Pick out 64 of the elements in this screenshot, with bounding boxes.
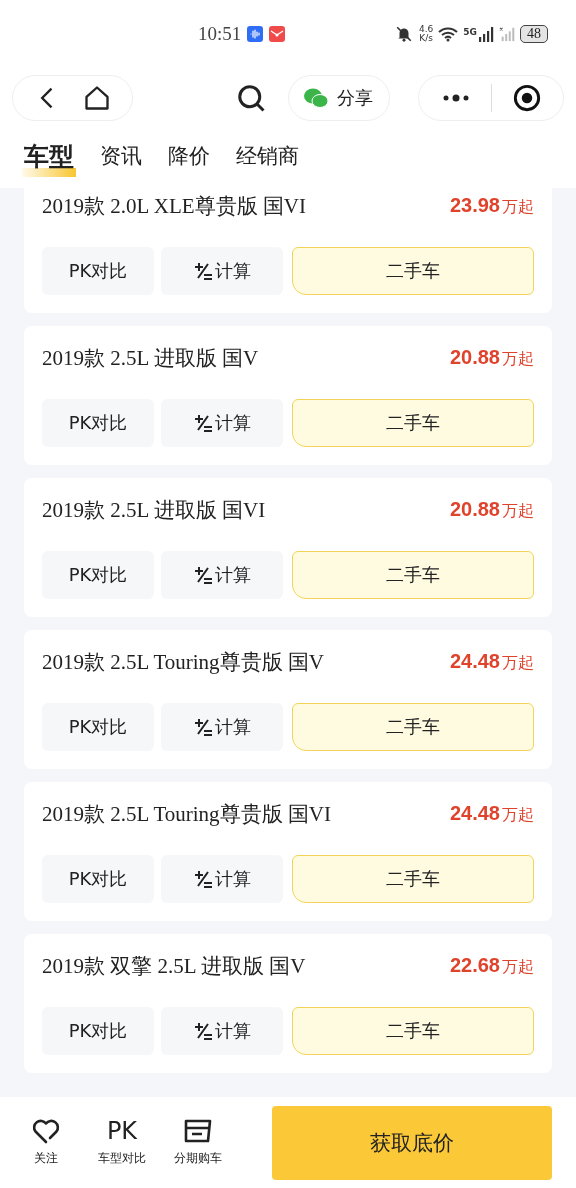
- used-car-button[interactable]: 二手车: [292, 1007, 534, 1055]
- audio-app-icon: [247, 26, 264, 42]
- battery-indicator: 48: [520, 25, 548, 43]
- used-car-button[interactable]: 二手车: [292, 399, 534, 447]
- price-unit: 万起: [502, 501, 534, 522]
- network-label: 5G: [463, 27, 477, 37]
- compare-button[interactable]: PK对比: [42, 247, 154, 295]
- trim-title: 2019款 双擎 2.5L 进取版 国V: [42, 953, 306, 980]
- calculate-button[interactable]: 计算: [161, 703, 283, 751]
- calculate-button[interactable]: 计算: [161, 855, 283, 903]
- trim-title: 2019款 2.0L XLE尊贵版 国VI: [42, 193, 307, 220]
- home-icon[interactable]: [83, 84, 112, 112]
- compare-button[interactable]: PK对比: [42, 703, 154, 751]
- speed-value: 4.6: [419, 25, 434, 34]
- status-time: 10:51: [198, 23, 242, 45]
- chat-bubbles-icon: [303, 87, 329, 109]
- tab[interactable]: 资讯: [98, 138, 144, 174]
- price: 24.48: [449, 802, 500, 825]
- share-button[interactable]: 分享: [288, 75, 390, 121]
- signal-icon: [478, 26, 494, 42]
- tab[interactable]: 经销商: [234, 138, 301, 174]
- plus-slash-equals-icon: [193, 565, 213, 585]
- compare-button[interactable]: PK对比: [42, 855, 154, 903]
- price: 20.88: [449, 346, 500, 369]
- calculate-button[interactable]: 计算: [161, 1007, 283, 1055]
- calculate-button[interactable]: 计算: [161, 399, 283, 447]
- compare-button[interactable]: PK对比: [42, 1007, 154, 1055]
- plus-slash-equals-icon: [193, 413, 213, 433]
- plus-slash-equals-icon: [193, 261, 213, 281]
- plus-slash-equals-icon: [193, 717, 213, 737]
- price: 22.68: [449, 954, 500, 977]
- tab[interactable]: 降价: [166, 138, 212, 174]
- calculate-button[interactable]: 计算: [161, 247, 283, 295]
- used-car-button[interactable]: 二手车: [292, 247, 534, 295]
- envelope-app-icon: [269, 26, 286, 42]
- plus-slash-equals-icon: [193, 1021, 213, 1041]
- close-target-icon[interactable]: [512, 84, 541, 112]
- get-price-button[interactable]: 获取底价: [272, 1105, 552, 1180]
- trim-title: 2019款 2.5L Touring尊贵版 国VI: [42, 801, 332, 828]
- signal-weak-icon: [499, 26, 515, 42]
- used-car-button[interactable]: 二手车: [292, 551, 534, 599]
- plus-slash-equals-icon: [193, 869, 213, 889]
- used-car-button[interactable]: 二手车: [292, 855, 534, 903]
- used-car-button[interactable]: 二手车: [292, 703, 534, 751]
- pk-icon: PK: [106, 1118, 138, 1144]
- calculate-button[interactable]: 计算: [161, 551, 283, 599]
- compare-button[interactable]: PK对比: [42, 399, 154, 447]
- price-unit: 万起: [502, 197, 534, 218]
- trim-title: 2019款 2.5L 进取版 国VI: [42, 497, 266, 524]
- price: 20.88: [449, 498, 500, 521]
- price: 23.98: [449, 194, 500, 217]
- card-icon: [183, 1118, 213, 1144]
- price-unit: 万起: [502, 805, 534, 826]
- bell-muted-icon: [394, 25, 414, 43]
- price-unit: 万起: [502, 653, 534, 674]
- price-unit: 万起: [502, 957, 534, 978]
- speed-unit: K/s: [419, 34, 433, 43]
- trim-title: 2019款 2.5L 进取版 国V: [42, 345, 259, 372]
- trim-title: 2019款 2.5L Touring尊贵版 国V: [42, 649, 325, 676]
- price-unit: 万起: [502, 349, 534, 370]
- wifi-icon: [438, 25, 459, 43]
- compare-button[interactable]: PK对比: [42, 551, 154, 599]
- search-icon[interactable]: [236, 83, 266, 113]
- price: 24.48: [449, 650, 500, 673]
